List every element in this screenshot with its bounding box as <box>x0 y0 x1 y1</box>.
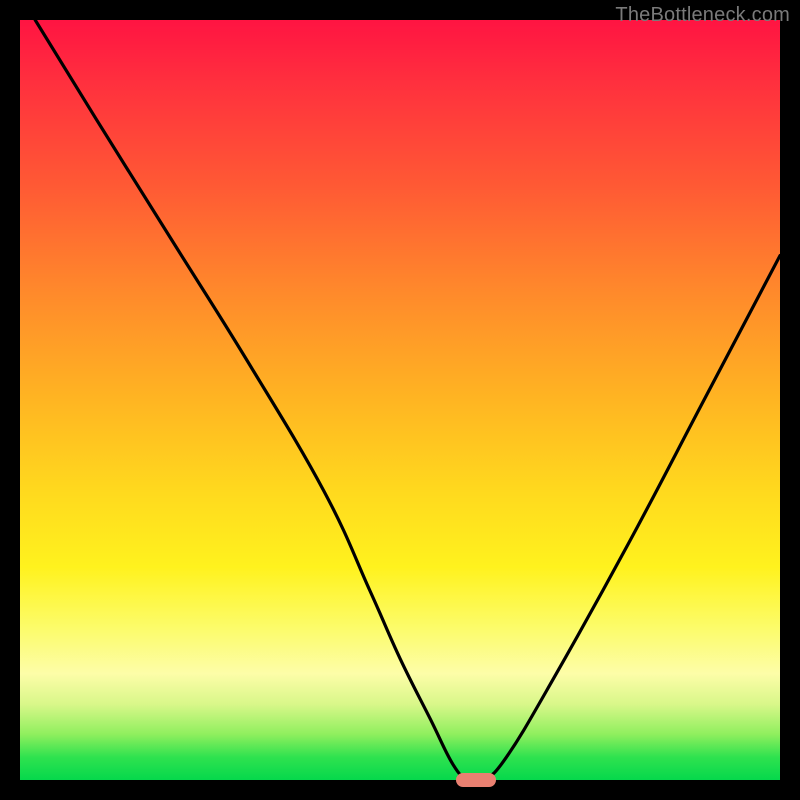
plot-area <box>20 20 780 780</box>
optimal-point-marker <box>456 773 496 787</box>
watermark-text: TheBottleneck.com <box>615 4 790 27</box>
chart-frame: TheBottleneck.com <box>0 0 800 800</box>
bottleneck-curve <box>20 20 780 780</box>
